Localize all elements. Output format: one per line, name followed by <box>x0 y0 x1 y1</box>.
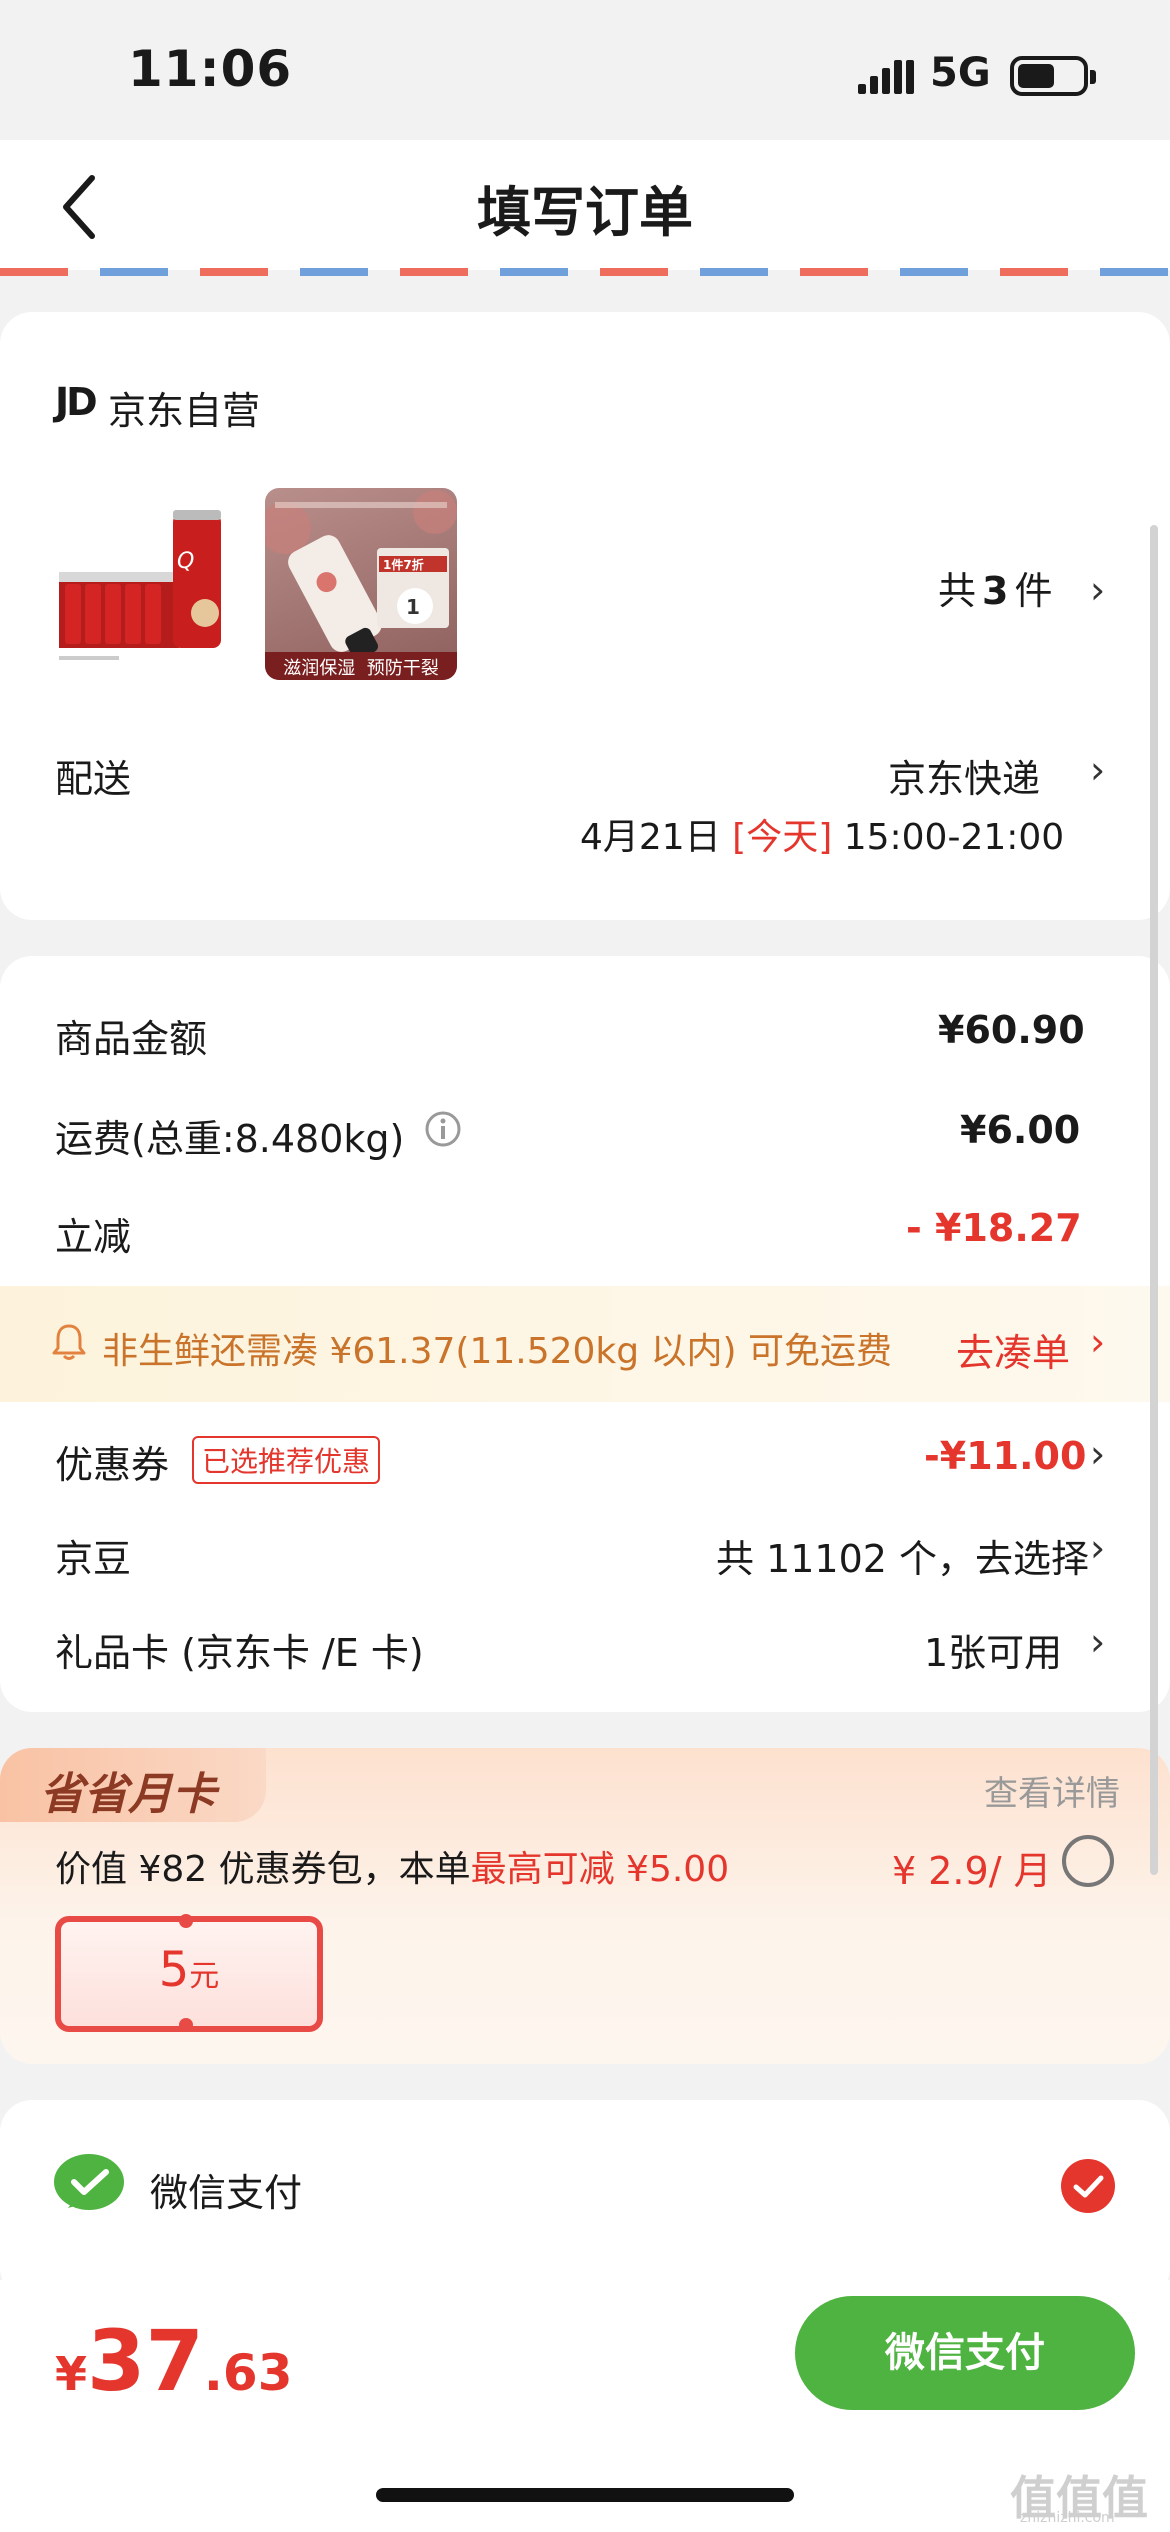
add-items-chevron-icon[interactable]: › <box>1090 1320 1105 1364</box>
product-count[interactable]: 共3件 <box>938 560 1052 615</box>
product-discount-badge: 1件7折 <box>383 558 424 572</box>
battery-icon <box>1010 56 1088 96</box>
discount-label: 立减 <box>55 1215 132 1259</box>
coupon-label: 优惠券 <box>55 1443 170 1487</box>
jd-logo: JD <box>55 380 98 424</box>
product-caption: 滋润保湿 预防干裂 <box>283 658 439 679</box>
jd-beans-label: 京豆 <box>55 1537 132 1581</box>
product-image-handcream[interactable]: 1 1件7折 滋润保湿 预防干裂 <box>265 488 457 680</box>
delivery-method[interactable]: 京东快递 <box>888 748 1040 803</box>
discount-value: - ¥18.27 <box>906 1206 1082 1250</box>
coupon-chevron-icon[interactable]: › <box>1090 1432 1105 1476</box>
battery-tip <box>1090 70 1096 84</box>
product-list-chevron-icon[interactable]: › <box>1090 568 1105 612</box>
check-circle-icon[interactable] <box>1060 2158 1116 2214</box>
svg-text:Q: Q <box>177 549 194 574</box>
coupon-value[interactable]: -¥11.00 <box>924 1434 1086 1478</box>
gift-card-value[interactable]: 1张可用 <box>924 1622 1062 1677</box>
add-items-link[interactable]: 去凑单 <box>956 1322 1070 1377</box>
signal-icon <box>858 60 914 94</box>
monthly-card-description: 价值 ¥82 优惠券包，本单最高可减 ¥5.00 <box>55 1849 730 1890</box>
monthly-card-details-link[interactable]: 查看详情 <box>984 1766 1120 1815</box>
gift-card-label: 礼品卡 (京东卡 /E 卡) <box>55 1631 424 1675</box>
monthly-card-price: ¥ 2.9/ 月 <box>892 1849 1052 1893</box>
delivery-label: 配送 <box>55 757 132 801</box>
shipping-value: ¥6.00 <box>960 1108 1081 1152</box>
monthly-card-coupon: 5元 <box>55 1914 323 2032</box>
pay-button[interactable]: 微信支付 <box>795 2296 1135 2410</box>
goods-amount-label: 商品金额 <box>55 1017 208 1061</box>
free-shipping-text: 非生鲜还需凑 ¥61.37(11.520kg 以内) 可免运费 <box>102 1331 893 1372</box>
status-time: 11:06 <box>128 40 293 98</box>
page-title: 填写订单 <box>477 181 693 244</box>
jd-beans-value[interactable]: 共 11102 个，去选择 <box>716 1528 1089 1583</box>
watermark-url: zhizhizhi.com <box>1020 2510 1115 2526</box>
gift-card-chevron-icon[interactable]: › <box>1090 1620 1105 1664</box>
goods-amount-value: ¥60.90 <box>938 1008 1085 1052</box>
svg-text:1: 1 <box>406 595 420 619</box>
wechat-pay-icon <box>54 2154 124 2210</box>
monthly-card-radio[interactable] <box>1062 1835 1114 1887</box>
jd-beans-chevron-icon[interactable]: › <box>1090 1526 1105 1570</box>
total-price: ¥37.63 <box>55 2312 293 2410</box>
delivery-time[interactable]: 4月21日 [今天] 15:00-21:00 <box>580 808 1064 860</box>
home-indicator[interactable] <box>376 2488 794 2502</box>
info-icon[interactable] <box>424 1110 462 1148</box>
shop-name: 京东自营 <box>108 389 261 433</box>
product-image-cola[interactable]: Q <box>55 488 245 678</box>
network-label: 5G <box>930 50 991 96</box>
address-envelope-border <box>0 268 1170 276</box>
scrollbar[interactable] <box>1150 525 1158 1875</box>
payment-method-label[interactable]: 微信支付 <box>150 2162 302 2217</box>
bell-icon <box>52 1324 86 1360</box>
delivery-chevron-icon[interactable]: › <box>1090 748 1105 792</box>
coupon-recommended-tag: 已选推荐优惠 <box>192 1436 381 1484</box>
monthly-card-title: 省省月卡 <box>40 1769 216 1820</box>
shipping-label: 运费(总重:8.480kg) <box>55 1117 405 1161</box>
